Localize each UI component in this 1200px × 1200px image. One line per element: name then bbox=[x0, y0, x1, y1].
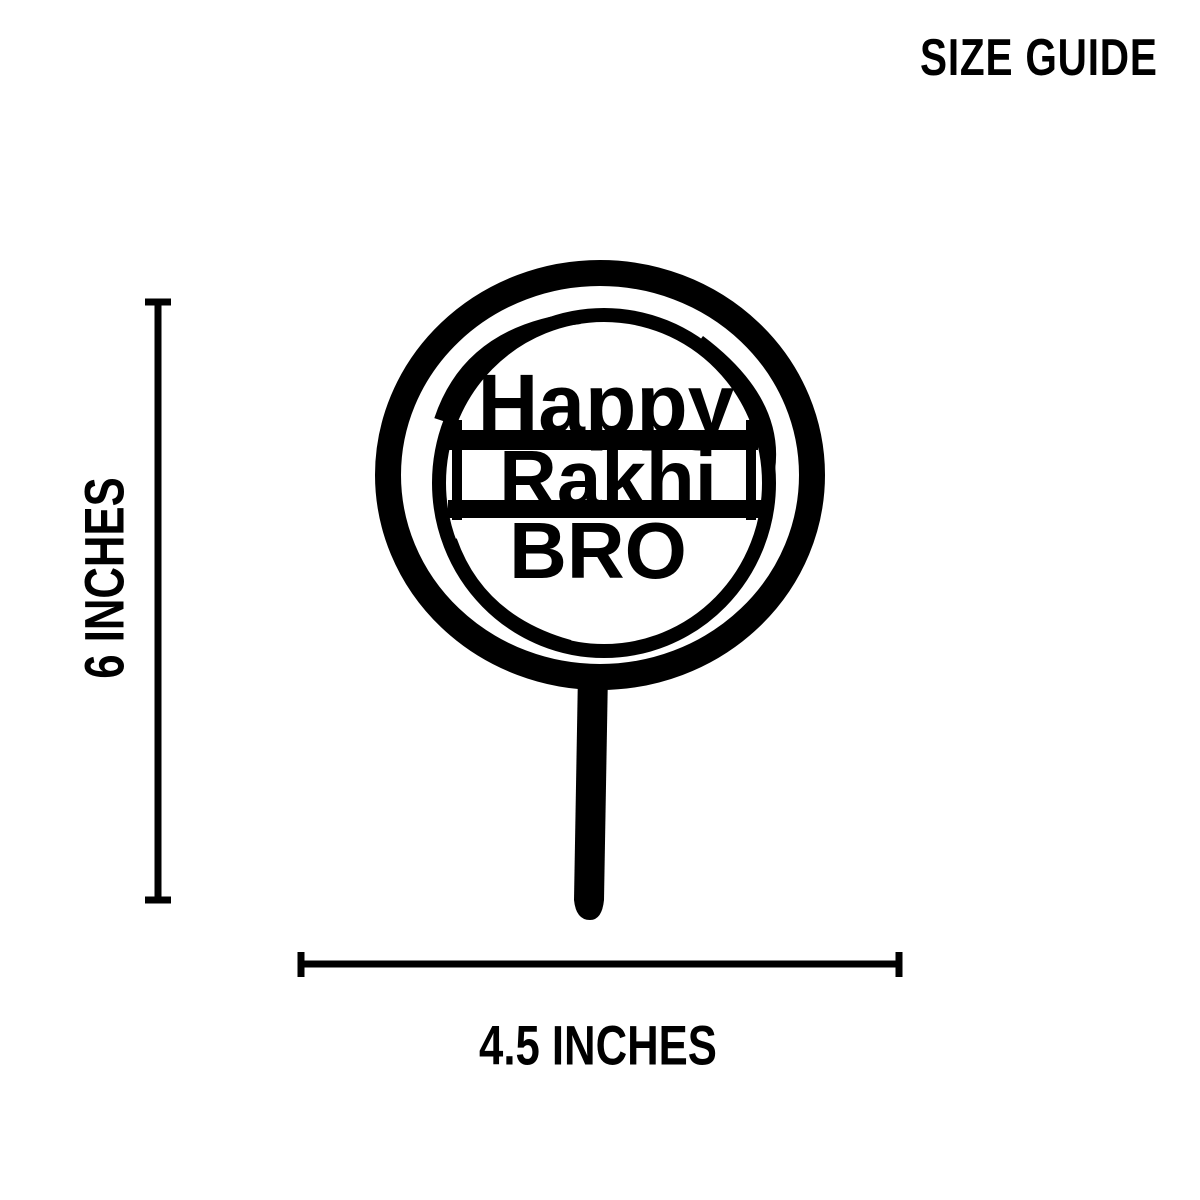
size-guide-image: SIZE GUIDE Happy Rakhi BRO 6 INCHES 4.5 … bbox=[0, 0, 1200, 1200]
height-dimension-line bbox=[145, 298, 171, 904]
topper-text-bro: BRO bbox=[509, 506, 687, 595]
width-label: 4.5 INCHES bbox=[479, 1013, 717, 1077]
height-label: 6 INCHES bbox=[72, 477, 136, 679]
width-dimension-line bbox=[297, 952, 903, 977]
topper-text: Happy Rakhi BRO bbox=[478, 357, 735, 595]
topper-stick bbox=[574, 672, 608, 920]
